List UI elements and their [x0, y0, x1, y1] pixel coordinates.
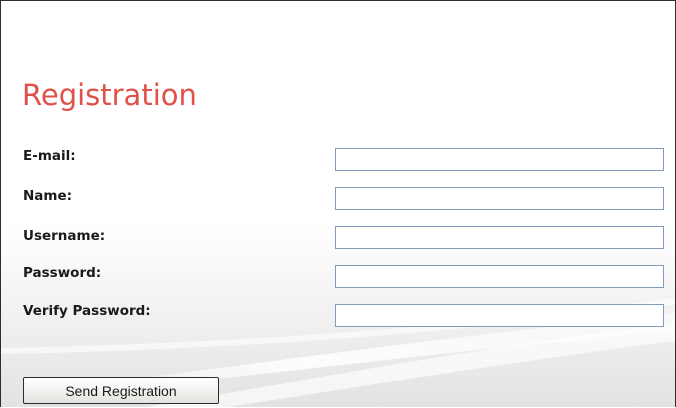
- registration-panel: Registration E-mail: Name: Username: Pas…: [0, 0, 676, 407]
- email-label: E-mail:: [23, 148, 76, 164]
- send-registration-button[interactable]: Send Registration: [23, 377, 219, 404]
- name-label: Name:: [23, 188, 73, 204]
- name-field[interactable]: [335, 187, 664, 210]
- password-field[interactable]: [335, 265, 664, 288]
- username-field[interactable]: [335, 226, 664, 249]
- page-title: Registration: [22, 78, 197, 112]
- verify-password-field[interactable]: [335, 304, 664, 327]
- verify-password-label: Verify Password:: [23, 303, 151, 319]
- password-label: Password:: [23, 265, 102, 281]
- username-label: Username:: [23, 228, 106, 244]
- email-field[interactable]: [335, 148, 664, 171]
